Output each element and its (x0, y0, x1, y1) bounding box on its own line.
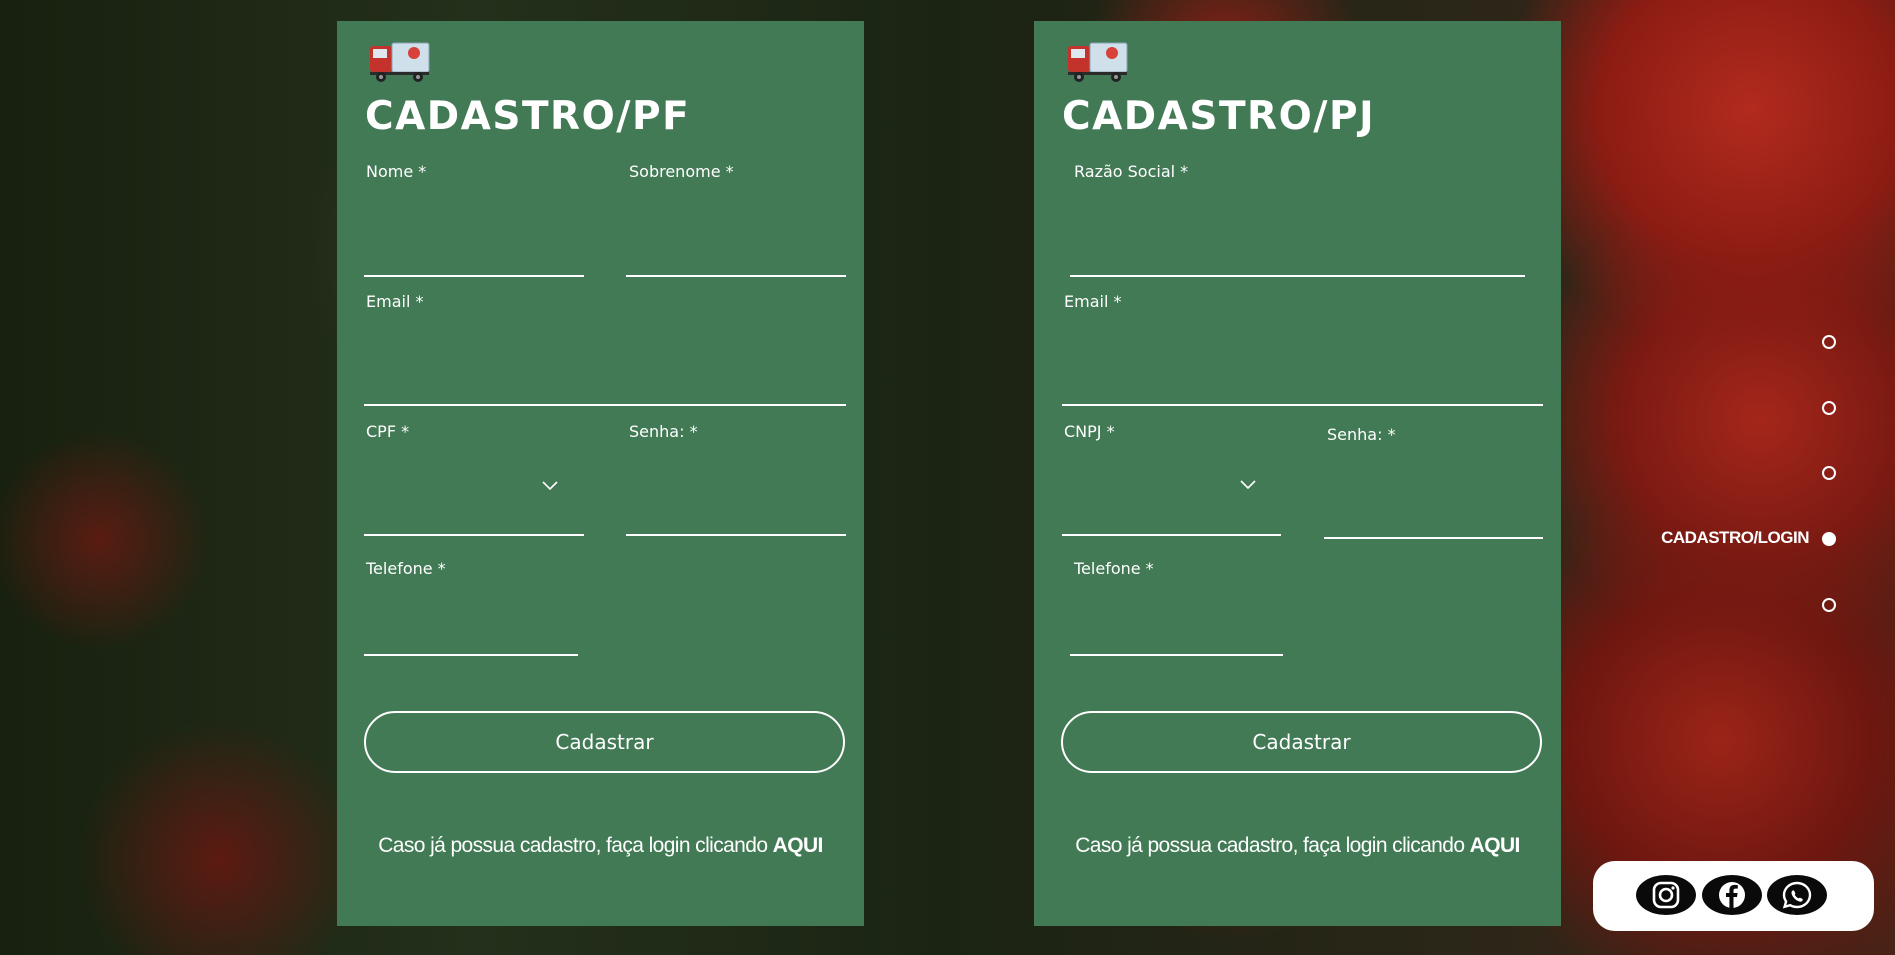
cpf-label: CPF * (366, 422, 410, 441)
truck-logo-icon (1068, 42, 1128, 82)
truck-logo-icon (370, 42, 430, 82)
login-prompt-text: Caso já possua cadastro, faça login clic… (378, 834, 773, 857)
cnpj-label: CNPJ * (1064, 422, 1115, 441)
facebook-icon[interactable] (1702, 875, 1762, 915)
social-bar (1593, 861, 1874, 931)
chevron-down-icon[interactable] (542, 481, 558, 491)
background-image (0, 0, 1895, 955)
login-link[interactable]: AQUI (773, 834, 824, 857)
nav-dot-section-3[interactable] (1822, 466, 1836, 480)
cadastrar-button[interactable]: Cadastrar (1061, 711, 1542, 773)
whatsapp-icon[interactable] (1767, 875, 1827, 915)
senha-input[interactable] (1324, 505, 1543, 539)
email-label: Email * (1064, 292, 1122, 311)
cpf-select[interactable] (364, 502, 584, 536)
chevron-down-icon[interactable] (1240, 480, 1256, 490)
cadastro-pj-form: CADASTRO/PJ Razão Social * Email * CNPJ … (1034, 21, 1561, 926)
cnpj-select[interactable] (1062, 502, 1281, 536)
form-title: CADASTRO/PF (365, 94, 691, 139)
razao-social-label: Razão Social * (1074, 162, 1189, 181)
login-prompt: Caso já possua cadastro, faça login clic… (337, 834, 864, 858)
cadastro-pf-form: CADASTRO/PF Nome * Sobrenome * Email * C… (337, 21, 864, 926)
nav-active-label[interactable]: CADASTRO/LOGIN (1661, 528, 1809, 548)
sobrenome-input[interactable] (626, 243, 846, 277)
nav-dot-section-1[interactable] (1822, 335, 1836, 349)
sobrenome-label: Sobrenome * (629, 162, 734, 181)
email-input[interactable] (1062, 372, 1543, 406)
login-link[interactable]: AQUI (1470, 834, 1521, 857)
telefone-label: Telefone * (1074, 559, 1154, 578)
telefone-input[interactable] (364, 622, 578, 656)
telefone-label: Telefone * (366, 559, 446, 578)
senha-label: Senha: * (629, 422, 698, 441)
cadastrar-button[interactable]: Cadastrar (364, 711, 845, 773)
telefone-input[interactable] (1070, 622, 1283, 656)
nav-dot-section-2[interactable] (1822, 401, 1836, 415)
login-prompt-text: Caso já possua cadastro, faça login clic… (1075, 834, 1470, 857)
nome-input[interactable] (364, 243, 584, 277)
instagram-icon[interactable] (1636, 875, 1696, 915)
form-title: CADASTRO/PJ (1062, 94, 1376, 139)
email-input[interactable] (364, 372, 846, 406)
login-prompt: Caso já possua cadastro, faça login clic… (1034, 834, 1561, 858)
nome-label: Nome * (366, 162, 427, 181)
nav-dot-section-5[interactable] (1822, 598, 1836, 612)
senha-label: Senha: * (1327, 425, 1396, 444)
email-label: Email * (366, 292, 424, 311)
razao-social-input[interactable] (1070, 243, 1525, 277)
nav-dot-cadastro-login[interactable] (1822, 532, 1836, 546)
senha-input[interactable] (626, 502, 846, 536)
